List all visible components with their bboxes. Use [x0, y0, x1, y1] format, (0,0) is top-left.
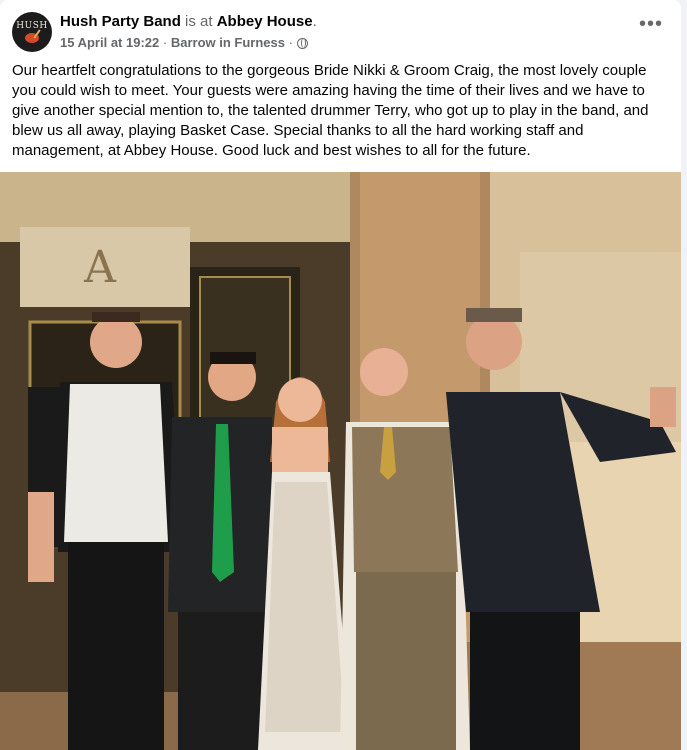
header-text: Hush Party Band is at Abbey House. 15 Ap…	[60, 12, 317, 52]
svg-text:A: A	[83, 242, 117, 293]
place-link[interactable]: Abbey House	[217, 13, 313, 30]
more-options-icon[interactable]: •••	[633, 14, 669, 42]
location-link[interactable]: Barrow in Furness	[171, 35, 285, 50]
post-body-text: Our heartfelt congratulations to the gor…	[12, 62, 649, 159]
post-card: HUSH Hush Party Band is at Abbey House. …	[0, 0, 681, 750]
page-background-edge	[681, 0, 687, 750]
meta-line: 15 April at 19:22 · Barrow in Furness ·	[60, 34, 317, 52]
is-at-label: is at	[185, 13, 213, 30]
wedding-group-photo: A	[0, 172, 681, 750]
globe-icon	[296, 38, 308, 49]
post-photo[interactable]: A	[0, 172, 681, 750]
page-avatar[interactable]: HUSH	[12, 12, 52, 52]
period: .	[312, 13, 317, 30]
post-timestamp[interactable]: 15 April at 19:22	[60, 35, 159, 50]
author-line: Hush Party Band is at Abbey House.	[60, 12, 317, 32]
avatar-logo-text: HUSH	[16, 21, 48, 31]
page-name-link[interactable]: Hush Party Band	[60, 13, 181, 30]
post-header: HUSH Hush Party Band is at Abbey House. …	[12, 12, 669, 54]
meta-separator: ·	[162, 35, 168, 50]
meta-separator-2: ·	[288, 35, 293, 50]
